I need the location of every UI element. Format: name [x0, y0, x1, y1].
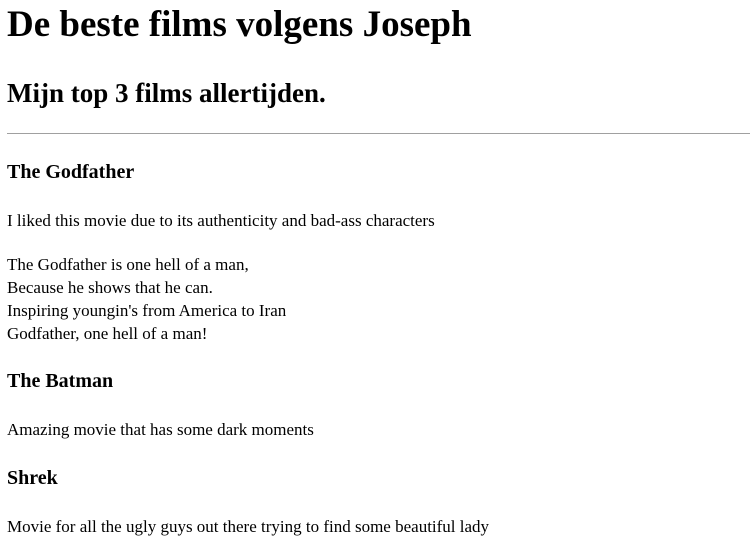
movie-description: Movie for all the ugly guys out there tr… — [7, 517, 490, 536]
poem-line: The Godfather is one hell of a man, — [7, 255, 249, 274]
movie-title: Shrek — [7, 467, 58, 489]
poem-line: Inspiring youngin's from America to Iran — [7, 301, 287, 320]
page-subtitle: Mijn top 3 films allertijden. — [7, 78, 326, 108]
movie-description: Amazing movie that has some dark moments — [7, 420, 314, 439]
movie-description: I liked this movie due to its authentici… — [7, 211, 435, 230]
movie-title: The Batman — [7, 370, 114, 392]
movie-poem: The Godfather is one hell of a man, Beca… — [7, 253, 286, 345]
page-title: De beste films volgens Joseph — [7, 4, 472, 45]
page: De beste films volgens Joseph Mijn top 3… — [0, 0, 750, 559]
poem-line: Because he shows that he can. — [7, 278, 213, 297]
movie-title: The Godfather — [7, 161, 135, 183]
poem-line: Godfather, one hell of a man! — [7, 324, 208, 343]
divider — [7, 133, 750, 134]
